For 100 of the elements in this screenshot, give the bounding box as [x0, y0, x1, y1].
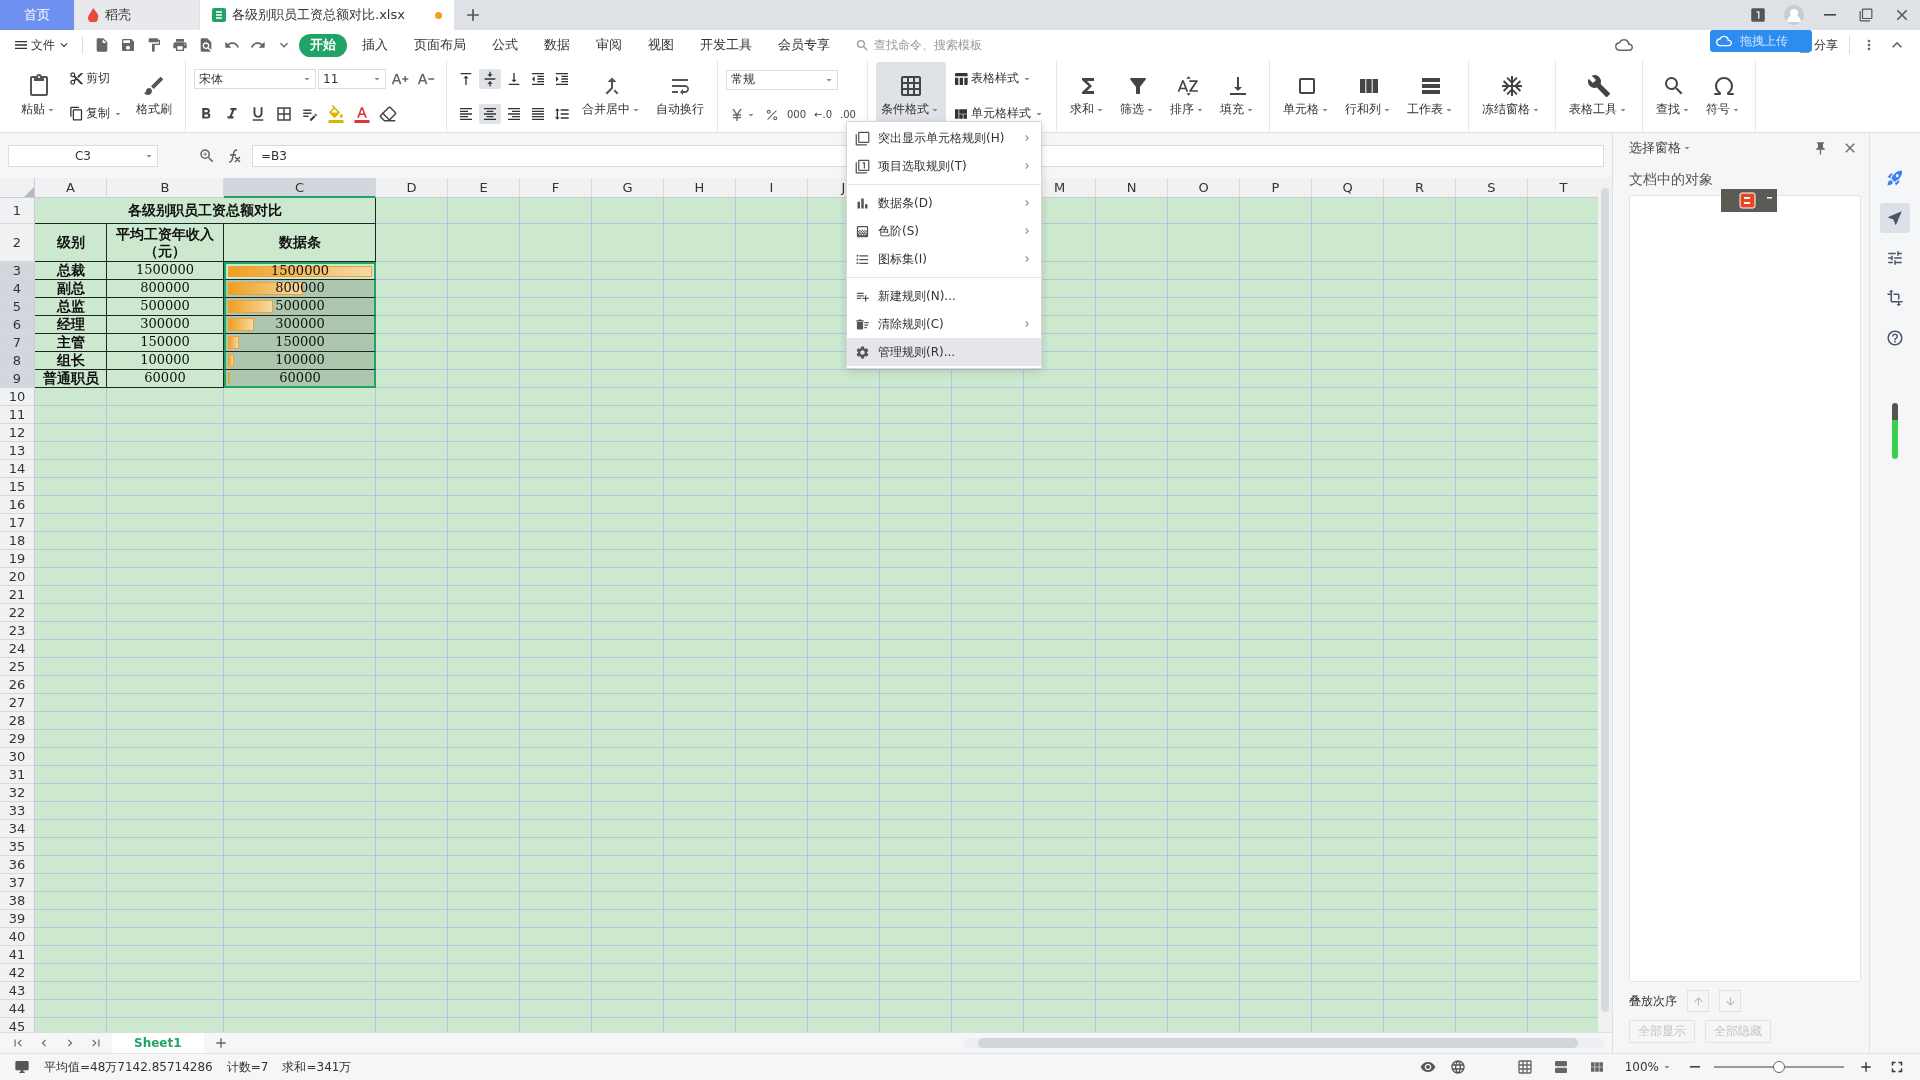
row-header[interactable]: 5 [0, 298, 35, 316]
cut-button[interactable]: 剪切 [66, 68, 127, 89]
row-header[interactable]: 4 [0, 280, 35, 298]
menu-item[interactable]: 新建规则(N)... [847, 282, 1041, 310]
menu-item[interactable]: 管理规则(R)... [847, 338, 1041, 366]
column-header[interactable]: O [1168, 178, 1240, 198]
menu-tab[interactable]: 审阅 [585, 33, 633, 57]
menu-item[interactable]: 项目选取规则(T) [847, 152, 1041, 180]
ribbon-button[interactable]: 填充 [1214, 62, 1261, 130]
table-cell[interactable]: 60000 [224, 370, 376, 388]
table-cell[interactable]: 800000 [224, 280, 376, 298]
row-header[interactable]: 35 [0, 838, 35, 856]
row-header[interactable]: 42 [0, 964, 35, 982]
row-header[interactable]: 40 [0, 928, 35, 946]
column-header[interactable]: C [224, 178, 376, 198]
name-box[interactable]: C3 [8, 144, 158, 167]
row-header[interactable]: 43 [0, 982, 35, 1000]
format-painter-button[interactable]: 格式刷 [131, 62, 177, 130]
row-header[interactable]: 24 [0, 640, 35, 658]
row-header[interactable]: 10 [0, 388, 35, 406]
font-select[interactable]: 宋体 [194, 69, 316, 89]
column-header[interactable]: Q [1312, 178, 1384, 198]
column-header[interactable]: H [664, 178, 736, 198]
ribbon-button[interactable]: 工作表 [1401, 62, 1460, 130]
title-tab[interactable]: 各级别职员工资总额对比.xlsx [200, 0, 454, 30]
row-header[interactable]: 25 [0, 658, 35, 676]
row-header[interactable]: 9 [0, 370, 35, 388]
column-header[interactable]: G [592, 178, 664, 198]
row-header[interactable]: 38 [0, 892, 35, 910]
row-header[interactable]: 12 [0, 424, 35, 442]
row-header[interactable]: 13 [0, 442, 35, 460]
ribbon-button[interactable]: 符号 [1700, 62, 1747, 130]
row-header[interactable]: 8 [0, 352, 35, 370]
column-header[interactable]: A [35, 178, 107, 198]
row-header[interactable]: 31 [0, 766, 35, 784]
row-header[interactable]: 34 [0, 820, 35, 838]
menu-item[interactable]: 图标集(I) [847, 245, 1041, 273]
row-header[interactable]: 30 [0, 748, 35, 766]
row-header[interactable]: 29 [0, 730, 35, 748]
row-header[interactable]: 45 [0, 1018, 35, 1032]
ribbon-button[interactable]: 冻结窗格 [1476, 62, 1547, 130]
cell-style-button[interactable]: 单元格样式 [949, 103, 1048, 124]
row-header[interactable]: 21 [0, 586, 35, 604]
row-header[interactable]: 1 [0, 198, 35, 224]
paste-button[interactable]: 粘贴 [16, 62, 62, 130]
row-header[interactable]: 7 [0, 334, 35, 352]
menu-tab[interactable]: 页面布局 [403, 33, 477, 57]
ribbon-button[interactable]: 表格工具 [1563, 62, 1634, 130]
menu-item[interactable]: 色阶(S) [847, 217, 1041, 245]
row-header[interactable]: 39 [0, 910, 35, 928]
row-header[interactable]: 20 [0, 568, 35, 586]
menu-tab[interactable]: 开发工具 [689, 33, 763, 57]
row-header[interactable]: 22 [0, 604, 35, 622]
zoom-select[interactable]: 100% [1621, 1058, 1676, 1076]
table-cell[interactable]: 300000 [224, 316, 376, 334]
row-header[interactable]: 26 [0, 676, 35, 694]
column-header[interactable]: S [1456, 178, 1528, 198]
number-format-button[interactable]: .00 [837, 109, 859, 120]
ribbon-button[interactable]: 排序 [1164, 62, 1211, 130]
row-header[interactable]: 23 [0, 622, 35, 640]
column-header[interactable]: R [1384, 178, 1456, 198]
table-cell[interactable]: 150000 [224, 334, 376, 352]
ribbon-button[interactable]: 求和 [1064, 62, 1111, 130]
menu-tab[interactable]: 公式 [481, 33, 529, 57]
row-header[interactable]: 33 [0, 802, 35, 820]
row-header[interactable]: 32 [0, 784, 35, 802]
menu-tab[interactable]: 插入 [351, 33, 399, 57]
title-tab[interactable]: 稻壳 [75, 0, 199, 30]
file-menu[interactable]: 文件 [10, 34, 74, 56]
row-header[interactable]: 3 [0, 262, 35, 280]
table-style-button[interactable]: 表格样式 [949, 68, 1048, 89]
column-header[interactable]: B [107, 178, 224, 198]
row-header[interactable]: 36 [0, 856, 35, 874]
menu-item[interactable]: 清除规则(C) [847, 310, 1041, 338]
number-format-button[interactable]: ←.0 [811, 109, 835, 120]
menu-tab[interactable]: 数据 [533, 33, 581, 57]
row-header[interactable]: 18 [0, 532, 35, 550]
row-header[interactable]: 11 [0, 406, 35, 424]
number-format-button[interactable]: 000 [784, 109, 810, 120]
number-format-select[interactable]: 常规 [726, 69, 838, 90]
column-header[interactable]: D [376, 178, 448, 198]
row-header[interactable]: 37 [0, 874, 35, 892]
column-header[interactable]: E [448, 178, 520, 198]
row-header[interactable]: 41 [0, 946, 35, 964]
row-header[interactable]: 14 [0, 460, 35, 478]
ribbon-button[interactable]: 查找 [1650, 62, 1697, 130]
wrap-text-button[interactable]: 自动换行 [651, 62, 709, 130]
row-header[interactable]: 17 [0, 514, 35, 532]
ribbon-button[interactable]: 筛选 [1114, 62, 1161, 130]
row-header[interactable]: 6 [0, 316, 35, 334]
row-header[interactable]: 28 [0, 712, 35, 730]
row-header[interactable]: 16 [0, 496, 35, 514]
column-header[interactable]: T [1528, 178, 1598, 198]
copy-button[interactable]: 复制 [66, 103, 127, 124]
column-header[interactable]: P [1240, 178, 1312, 198]
table-cell[interactable]: 100000 [224, 352, 376, 370]
row-header[interactable]: 19 [0, 550, 35, 568]
font-size-select[interactable]: 11 [318, 69, 386, 89]
menu-tab[interactable]: 视图 [637, 33, 685, 57]
menu-tab[interactable]: 会员专享 [767, 33, 841, 57]
